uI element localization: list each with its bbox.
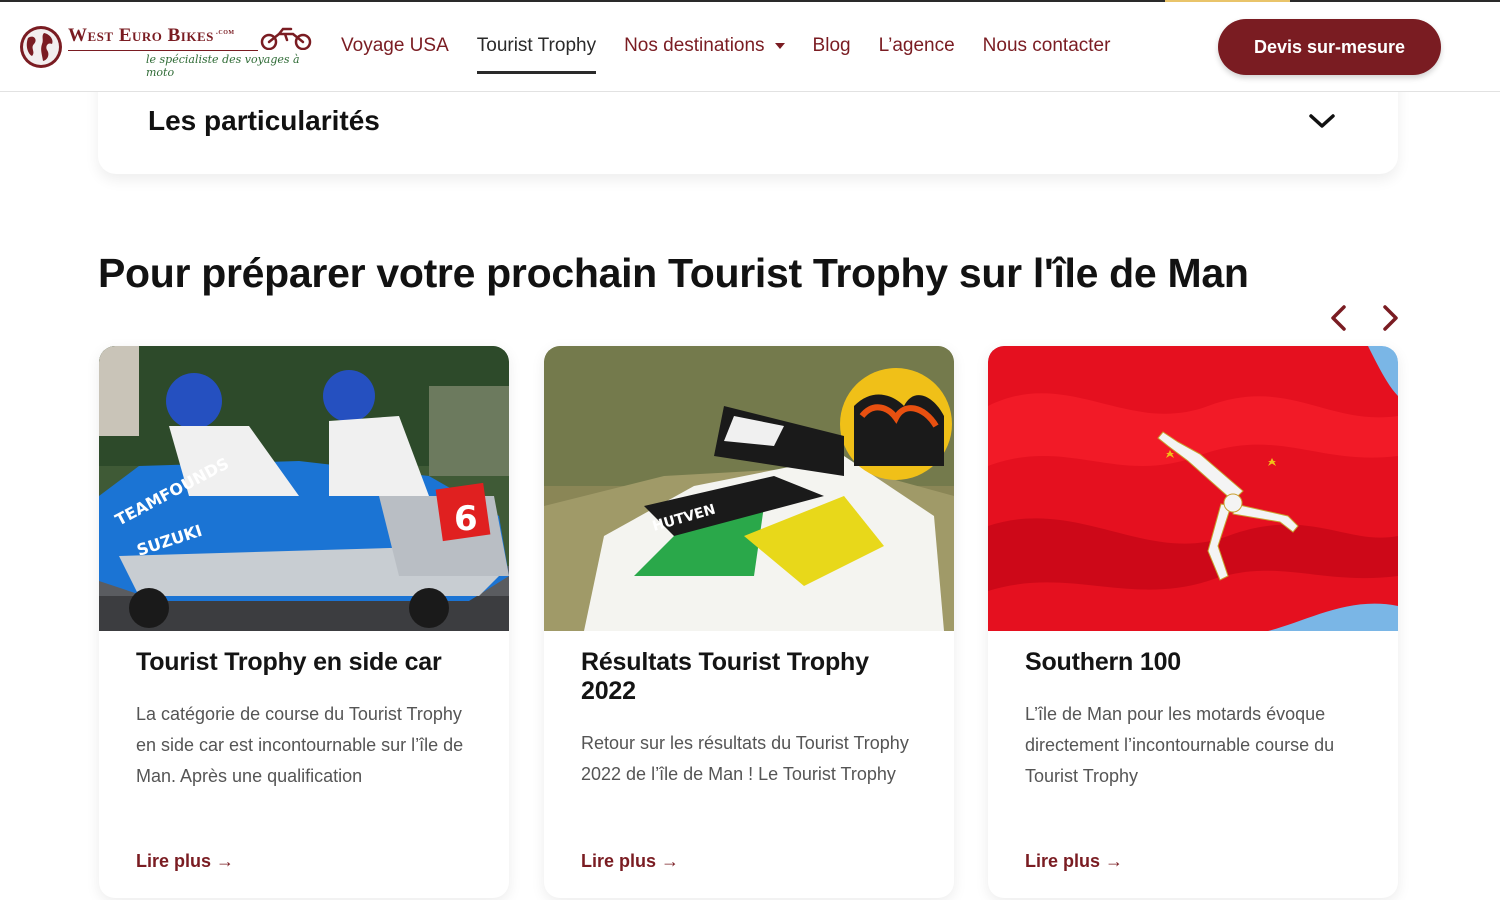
carousel-next-icon[interactable] bbox=[1377, 302, 1403, 334]
isle-of-man-flag-photo bbox=[988, 346, 1398, 631]
read-more-link[interactable]: Lire plus → bbox=[1025, 851, 1123, 872]
article-card[interactable]: HUTVEN Résultats Tourist Trophy 2022 Ret… bbox=[544, 346, 954, 898]
card-image-flag[interactable] bbox=[988, 346, 1398, 631]
read-more-link[interactable]: Lire plus → bbox=[136, 851, 234, 872]
nav-label: Nos destinations bbox=[624, 35, 765, 56]
card-body: Tourist Trophy en side car La catégorie … bbox=[136, 648, 481, 792]
accordion-title: Les particularités bbox=[148, 105, 380, 136]
card-image-results[interactable]: HUTVEN bbox=[544, 346, 954, 631]
article-card[interactable]: 6 TEAMFOUNDS SUZUKI Tourist Trophy en si… bbox=[99, 346, 509, 898]
nav-label: Blog bbox=[812, 35, 851, 56]
section-title: Pour préparer votre prochain Tourist Tro… bbox=[98, 250, 1249, 296]
chevron-down-icon[interactable] bbox=[1308, 110, 1336, 132]
site-header: West Euro Bikes .com le spécialiste des v… bbox=[0, 2, 1500, 92]
main-nav: Voyage USA Tourist Trophy Nos destinatio… bbox=[327, 2, 1124, 90]
devis-button[interactable]: Devis sur-mesure bbox=[1218, 19, 1441, 75]
logo-tagline: le spécialiste des voyages à moto bbox=[146, 53, 300, 79]
globe-icon bbox=[20, 26, 62, 68]
nav-nos-destinations[interactable]: Nos destinations bbox=[610, 2, 798, 90]
card-title[interactable]: Résultats Tourist Trophy 2022 bbox=[581, 648, 926, 706]
card-title[interactable]: Southern 100 bbox=[1025, 648, 1370, 677]
svg-text:6: 6 bbox=[454, 499, 478, 539]
card-body: Southern 100 L’île de Man pour les motar… bbox=[1025, 648, 1370, 792]
card-title[interactable]: Tourist Trophy en side car bbox=[136, 648, 481, 677]
nav-contact[interactable]: Nous contacter bbox=[969, 2, 1125, 90]
nav-label: Nous contacter bbox=[982, 35, 1111, 56]
nav-blog[interactable]: Blog bbox=[799, 2, 865, 90]
nav-label: L’agence bbox=[878, 35, 955, 56]
card-body: Résultats Tourist Trophy 2022 Retour sur… bbox=[581, 648, 926, 790]
motorbike-photo: HUTVEN bbox=[544, 346, 954, 631]
site-logo[interactable]: West Euro Bikes .com le spécialiste des v… bbox=[18, 22, 318, 79]
nav-tourist-trophy[interactable]: Tourist Trophy bbox=[463, 2, 610, 90]
carousel-prev-icon[interactable] bbox=[1326, 302, 1352, 334]
nav-label: Tourist Trophy bbox=[476, 35, 597, 56]
card-excerpt: L’île de Man pour les motards évoque dir… bbox=[1025, 704, 1335, 786]
article-card[interactable]: Southern 100 L’île de Man pour les motar… bbox=[988, 346, 1398, 898]
card-image-sidecar[interactable]: 6 TEAMFOUNDS SUZUKI bbox=[99, 346, 509, 631]
card-excerpt: Retour sur les résultats du Tourist Trop… bbox=[581, 733, 909, 784]
sidecar-photo: 6 TEAMFOUNDS SUZUKI bbox=[99, 346, 509, 631]
logo-brand: West Euro Bikes .com bbox=[68, 25, 235, 46]
logo-divider bbox=[68, 50, 258, 51]
nav-label: Voyage USA bbox=[341, 35, 449, 56]
card-excerpt: La catégorie de course du Tourist Trophy… bbox=[136, 704, 464, 786]
nav-voyage-usa[interactable]: Voyage USA bbox=[327, 2, 463, 90]
motorcycle-icon bbox=[260, 27, 312, 50]
caret-down-icon bbox=[774, 43, 785, 49]
read-more-link[interactable]: Lire plus → bbox=[581, 851, 679, 872]
nav-agence[interactable]: L’agence bbox=[865, 2, 969, 90]
